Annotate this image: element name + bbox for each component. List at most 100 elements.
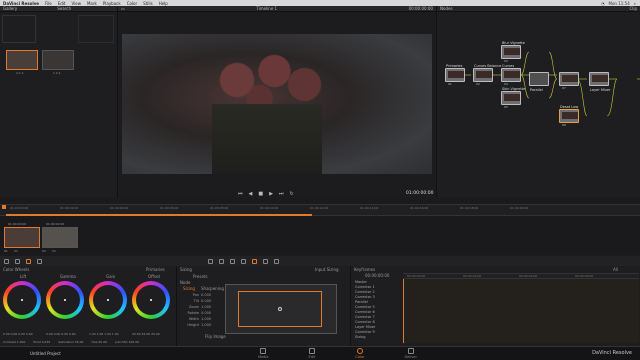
offset-wheel[interactable] [132,281,170,319]
height-value[interactable]: 1.000 [201,323,211,327]
gain-wheel[interactable] [89,281,127,319]
keyframe-row-label: Master [355,279,367,284]
gallery-album-list[interactable] [2,15,36,43]
keyframes-track-area[interactable] [403,279,639,343]
node-07[interactable]: 07 [559,72,579,90]
gamma-values[interactable]: 0.00 0.00 0.00 0.00 [46,332,76,336]
tracker-tab-icon[interactable] [219,258,224,264]
sizing-mode-dropdown[interactable]: Input Sizing [315,267,339,272]
clip-1-thumb[interactable] [4,227,40,248]
clip-2-thumb[interactable] [42,227,78,248]
width-value[interactable]: 1.000 [201,317,211,321]
gain-wheel-center[interactable] [107,299,109,301]
pan-value[interactable]: 0.000 [201,293,211,297]
go-to-start-icon[interactable]: ⏮ [238,191,243,197]
curves-tab-icon[interactable] [15,258,20,264]
node-parallel[interactable]: Parallel [529,72,549,92]
sizing-tab-icon[interactable] [252,258,257,264]
contrast-field[interactable]: Contrast 1.000 [3,340,25,344]
height-field[interactable]: Height 1.000 [185,323,211,327]
gain-values[interactable]: 1.00 1.00 1.00 1.00 [89,332,119,336]
spotlight-icon[interactable]: ⌕ [634,1,636,6]
play-icon[interactable]: ▶ [269,191,273,197]
gallery-panel: Gallery Search 1.1.1 1.2.1 [0,6,118,198]
gallery-still-1[interactable] [6,50,38,70]
qualifier-tab-icon[interactable] [37,258,42,264]
node-01[interactable]: Primaries 01 [445,64,465,86]
node-02[interactable]: Curves Balance 02 [473,64,501,86]
blur-tab-icon[interactable] [230,258,235,264]
node-layer-mixer[interactable]: Layer Mixer [589,72,610,92]
stop-icon[interactable]: ■ [258,191,263,197]
sizing-preview[interactable] [225,284,337,334]
pan-field[interactable]: Pan 0.000 [185,293,211,297]
gallery-album-2[interactable] [78,15,114,43]
key-tab-icon[interactable] [241,258,246,264]
menu-file[interactable]: File [45,1,52,6]
menu-playback[interactable]: Playback [103,1,121,6]
menu-help[interactable]: Help [159,1,168,6]
node-08[interactable]: Desat Low 08 [559,105,579,127]
lift-values[interactable]: 0.00 0.00 0.00 0.00 [3,332,33,336]
menu-mark[interactable]: Mark [87,1,97,6]
color-wheels-mode[interactable]: Primaries [146,267,165,272]
sharpening-button[interactable]: Sharpening [201,286,224,291]
offset-wheel-center[interactable] [150,299,152,301]
gamma-wheel-center[interactable] [64,299,66,301]
keyframes-tab-icon[interactable] [274,258,279,264]
node-05[interactable]: Skin Vignette 05 [501,87,525,109]
step-back-icon[interactable]: ◀ [249,191,253,197]
gamma-wheel[interactable] [46,281,84,319]
timeline-tick: 01:00:06:00 [160,206,179,210]
tab-color[interactable]: Color [355,348,364,359]
timeline-name[interactable]: Timeline 1 [256,6,277,11]
lift-wheel[interactable] [3,281,41,319]
node-03[interactable]: Blur Vignette 03 [501,41,525,63]
go-to-end-icon[interactable]: ⏭ [279,191,284,197]
sizing-center-handle[interactable] [278,307,282,311]
menu-view[interactable]: View [71,1,81,6]
menu-stills[interactable]: Stills [143,1,153,6]
tilt-value[interactable]: 0.000 [201,299,211,303]
tilt-field[interactable]: Tilt 0.000 [185,299,211,303]
playhead-marker[interactable] [2,205,6,209]
menu-clock[interactable]: Mon 11:54 [609,1,630,6]
app-name-menu[interactable]: DaVinci Resolve [3,1,39,6]
keyframes-filter[interactable]: All [613,267,618,272]
width-field[interactable]: Width 1.000 [185,317,211,321]
menu-color[interactable]: Color [127,1,137,6]
wifi-icon[interactable]: ◔ [601,1,605,6]
tab-deliver[interactable]: Deliver [404,348,417,359]
saturation-field[interactable]: Saturation 50.00 [58,340,83,344]
stereo-tab-icon[interactable] [263,258,268,264]
sizing-button[interactable]: Sizing [183,286,195,291]
sizing-node-label: Node [180,280,191,285]
color-wheels-tab-icon[interactable] [4,258,9,264]
lift-wheel-center[interactable] [21,299,23,301]
sizing-title: Sizing [180,267,192,272]
viewer-image[interactable] [122,34,432,174]
node-04[interactable]: Curves 04 [501,64,521,86]
rotate-value[interactable]: 0.000 [201,311,211,315]
gallery-still-2[interactable] [42,50,74,70]
hue-field[interactable]: Hue 50.00 [91,340,107,344]
tab-media[interactable]: Media [258,348,269,359]
loop-icon[interactable]: ↻ [289,191,293,197]
lum-mix-field[interactable]: Lum Mix 100.00 [115,340,139,344]
offset-values[interactable]: 25.00 25.00 25.00 [132,332,160,336]
node-connections [465,51,640,117]
zoom-value[interactable]: 1.000 [201,305,211,309]
keyframe-row-label: Layer Mixer [355,324,376,329]
menu-edit[interactable]: Edit [58,1,66,6]
keyframe-row[interactable]: Sizing [353,334,403,339]
zoom-field[interactable]: Zoom 1.000 [185,305,211,309]
timeline-ruler[interactable]: 01:00:00:00 01:00:02:00 01:00:04:00 01:0… [0,204,640,216]
gallery-search[interactable]: Search [57,6,71,11]
window-tab-icon[interactable] [208,258,213,264]
primaries-tab-icon[interactable] [26,258,31,264]
viewer-zoom-icon[interactable]: ▭ [121,6,125,11]
tab-edit[interactable]: Edit [309,348,315,359]
rotate-field[interactable]: Rotate 0.000 [185,311,212,315]
sizing-presets[interactable]: Presets [193,274,208,279]
pivot-field[interactable]: Pivot 0.435 [33,340,50,344]
